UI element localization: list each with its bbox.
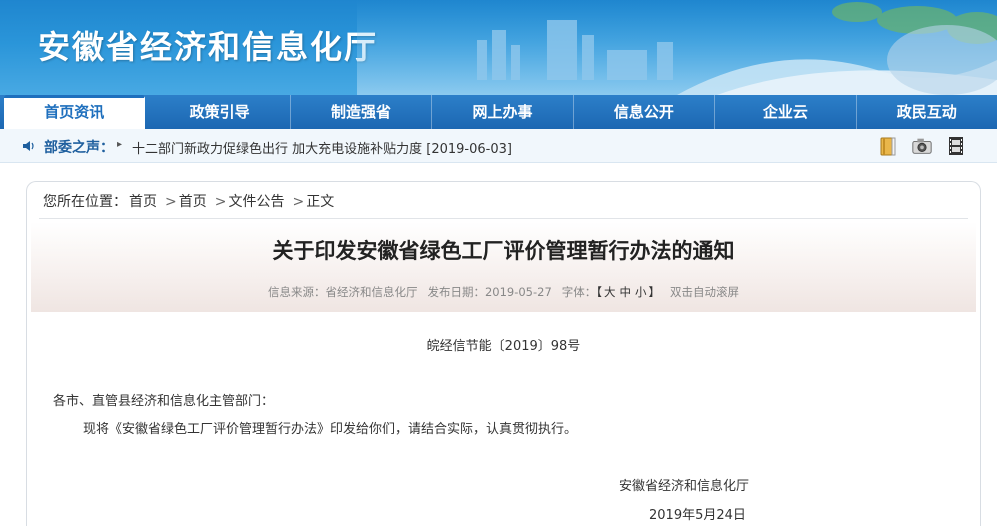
source-value: 省经济和信息化厅 bbox=[325, 285, 418, 299]
font-size-medium-button[interactable]: 中 bbox=[620, 285, 632, 299]
book-icon[interactable] bbox=[877, 135, 899, 157]
publish-date: 2019-05-27 bbox=[484, 285, 552, 299]
breadcrumb-home-link[interactable]: 首页 bbox=[129, 194, 157, 210]
breadcrumb-home-link-2[interactable]: 首页 bbox=[179, 194, 207, 210]
ticker-label: 部委之声： bbox=[44, 140, 114, 156]
ticker-arrow-icon: ▸ bbox=[117, 139, 123, 150]
article-meta: 信息来源：省经济和信息化厅 发布日期：2019-05-27 字体：【大中小】双击自动… bbox=[31, 284, 976, 300]
breadcrumb-current: 正文 bbox=[306, 194, 335, 210]
breadcrumb-divider bbox=[39, 218, 968, 219]
font-size-large-button[interactable]: 大 bbox=[604, 285, 616, 299]
nav-item-manufacturing[interactable]: 制造强省 bbox=[291, 95, 433, 129]
main-nav: 首页资讯 政策引导 制造强省 网上办事 信息公开 企业云 政民互动 bbox=[0, 95, 997, 129]
title-area: 关于印发安徽省绿色工厂评价管理暂行办法的通知 信息来源：省经济和信息化厅 发布日期… bbox=[31, 222, 976, 312]
breadcrumb-separator: > bbox=[165, 194, 177, 210]
breadcrumb: 您所在位置： 首页 > 首页 > 文件公告 > 正文 bbox=[43, 191, 336, 211]
signature: 安徽省经济和信息化厅 bbox=[619, 479, 750, 494]
body-paragraph: 现将《安徽省绿色工厂评价管理暂行办法》印发给你们，请结合实际，认真贯彻执行。 bbox=[83, 422, 578, 437]
document-number: 皖经信节能〔2019〕98号 bbox=[426, 339, 581, 354]
signature-date: 2019年5月24日 bbox=[649, 508, 746, 523]
nav-item-online-services[interactable]: 网上办事 bbox=[432, 95, 574, 129]
font-size-small-button[interactable]: 小 bbox=[635, 285, 647, 299]
breadcrumb-separator: > bbox=[292, 194, 305, 210]
bracket-open: 【 bbox=[596, 285, 603, 299]
film-icon[interactable] bbox=[945, 135, 967, 157]
autoscroll-hint[interactable]: 双击自动滚屏 bbox=[670, 285, 739, 299]
breadcrumb-separator: > bbox=[214, 194, 227, 210]
speaker-icon bbox=[23, 141, 34, 151]
source-label: 信息来源： bbox=[267, 285, 326, 299]
breadcrumb-prefix: 您所在位置： bbox=[43, 194, 127, 210]
site-title[interactable]: 安徽省经济和信息化厅 bbox=[38, 22, 378, 68]
ticker-headline-link[interactable]: 十二部门新政力促绿色出行 加大充电设施补贴力度 [2019-06-03] bbox=[132, 138, 512, 157]
nav-item-home-news[interactable]: 首页资讯 bbox=[4, 95, 146, 129]
nav-item-enterprise-cloud[interactable]: 企业云 bbox=[715, 95, 857, 129]
bracket-close: 】 bbox=[648, 285, 661, 299]
nav-item-policy[interactable]: 政策引导 bbox=[149, 95, 291, 129]
nav-item-info-disclosure[interactable]: 信息公开 bbox=[574, 95, 716, 129]
cityscape-illustration bbox=[357, 0, 997, 95]
font-size-label: 字体： bbox=[561, 285, 597, 299]
article-title: 关于印发安徽省绿色工厂评价管理暂行办法的通知 bbox=[272, 239, 735, 263]
date-label: 发布日期： bbox=[427, 285, 485, 299]
media-tools bbox=[877, 135, 967, 157]
news-ticker: 部委之声： ▸ 十二部门新政力促绿色出行 加大充电设施补贴力度 [2019-06… bbox=[0, 129, 997, 163]
nav-item-public-interaction[interactable]: 政民互动 bbox=[857, 95, 997, 129]
camera-icon[interactable] bbox=[911, 135, 933, 157]
breadcrumb-announcements-link[interactable]: 文件公告 bbox=[228, 194, 284, 210]
article-card: 您所在位置： 首页 > 首页 > 文件公告 > 正文 关于印发安徽省绿色工厂评价管理暂行办法的… bbox=[26, 181, 981, 526]
salutation: 各市、直管县经济和信息化主管部门： bbox=[53, 394, 275, 409]
site-banner: 安徽省经济和信息化厅 bbox=[0, 0, 997, 95]
